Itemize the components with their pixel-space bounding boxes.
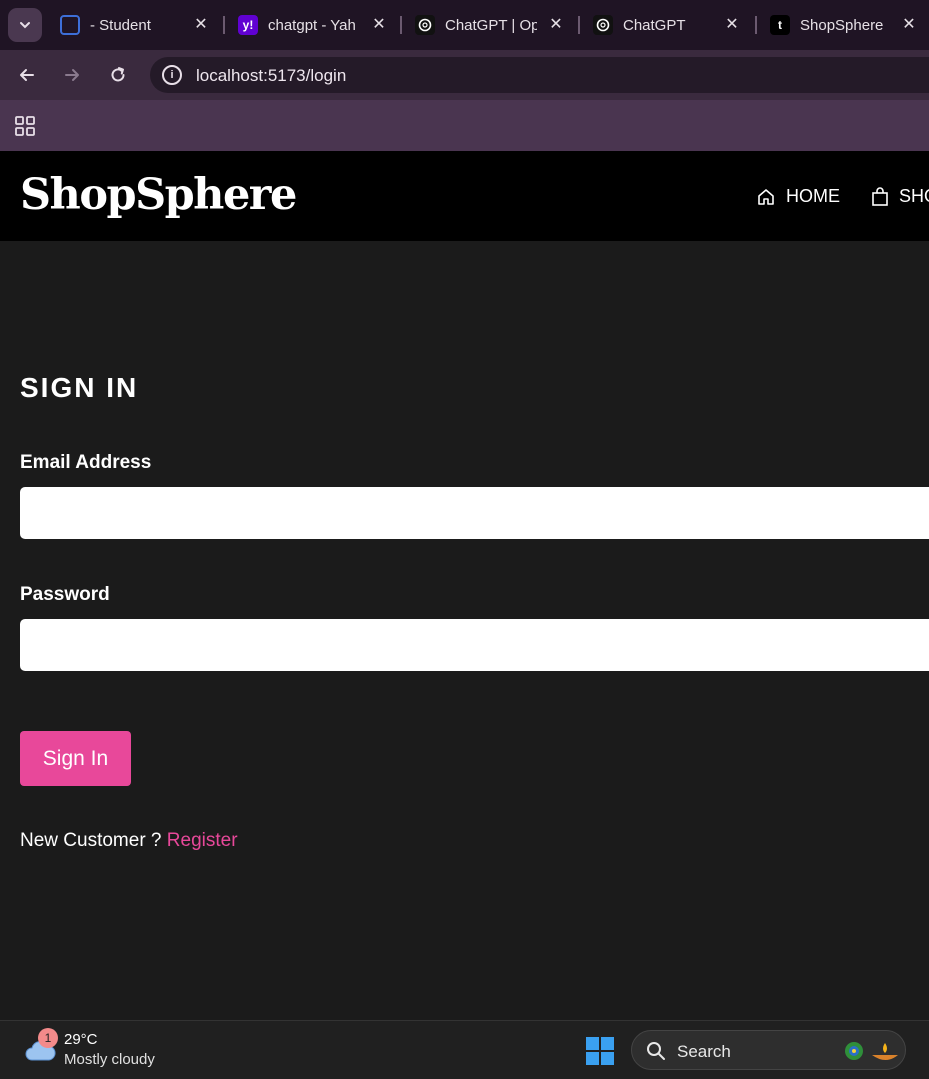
tab-divider	[755, 16, 757, 34]
tab-student[interactable]: - Student ✕	[60, 7, 210, 43]
page-title: SIGN IN	[20, 372, 139, 403]
close-icon[interactable]: ✕	[547, 16, 565, 34]
reload-icon	[111, 67, 125, 82]
close-icon[interactable]: ✕	[723, 16, 741, 34]
password-field[interactable]	[20, 619, 929, 671]
tab-divider	[400, 16, 402, 34]
openai-icon	[593, 15, 613, 35]
nav-home-label: HOME	[786, 186, 840, 206]
weather-temperature[interactable]: 29°C	[64, 1031, 98, 1048]
search-icon	[647, 1042, 665, 1060]
diwali-lamp-icon	[845, 1042, 898, 1060]
weather-condition[interactable]: Mostly cloudy	[64, 1051, 155, 1068]
home-icon	[758, 188, 774, 205]
url-text: localhost:5173/login	[196, 66, 347, 85]
back-button[interactable]	[15, 63, 39, 87]
apps-grid-icon[interactable]	[15, 116, 35, 136]
tab-yahoo[interactable]: y! chatgpt - Yah ✕	[238, 7, 388, 43]
taskbar-search[interactable]: Search	[631, 1030, 906, 1070]
search-placeholder: Search	[677, 1042, 731, 1061]
shopping-bag-icon	[872, 186, 888, 206]
chevron-down-icon	[20, 22, 30, 29]
tab-chatgpt[interactable]: ChatGPT ✕	[593, 7, 741, 43]
windows-start-icon[interactable]	[585, 1036, 615, 1066]
tab-divider	[578, 16, 580, 34]
brand-logo[interactable]: ShopSphere	[20, 170, 297, 220]
bookmark-bar	[0, 100, 929, 151]
register-prompt: New Customer ? Register	[20, 830, 238, 852]
email-field[interactable]	[20, 487, 929, 539]
password-label: Password	[20, 584, 110, 605]
close-icon[interactable]: ✕	[192, 16, 210, 34]
tab-title: ChatGPT | Op	[445, 16, 537, 34]
nav-home[interactable]: HOME	[756, 186, 840, 207]
arrow-right-icon	[65, 69, 79, 81]
openai-icon	[415, 15, 435, 35]
tab-search-button[interactable]	[8, 8, 42, 42]
email-label: Email Address	[20, 452, 152, 473]
close-icon[interactable]: ✕	[370, 16, 388, 34]
register-link[interactable]: Register	[167, 830, 238, 851]
yahoo-icon: y!	[238, 15, 258, 35]
nav-shop[interactable]: SHO	[871, 186, 929, 207]
browser-address-bar: i localhost:5173/login	[0, 50, 929, 100]
arrow-left-icon	[20, 69, 34, 81]
tab-title: ChatGPT	[623, 16, 686, 34]
site-info-icon[interactable]: i	[162, 65, 182, 85]
url-input[interactable]: i localhost:5173/login	[150, 57, 929, 93]
tab-title: chatgpt - Yah	[268, 16, 356, 34]
forward-button[interactable]	[60, 63, 84, 87]
sign-in-button[interactable]: Sign In	[20, 731, 131, 786]
tab-title: ShopSphere	[800, 16, 884, 34]
close-icon[interactable]: ✕	[900, 16, 918, 34]
browser-tab-bar: - Student ✕ y! chatgpt - Yah ✕ ChatGPT |…	[0, 0, 929, 50]
reload-button[interactable]	[106, 63, 130, 87]
new-customer-text: New Customer ?	[20, 830, 162, 851]
nav-shop-label: SHO	[899, 186, 929, 206]
t-icon: t	[770, 15, 790, 35]
tab-chatgpt-openai[interactable]: ChatGPT | Op ✕	[415, 7, 565, 43]
tab-shopsphere[interactable]: t ShopSphere ✕	[770, 7, 918, 43]
tab-divider	[223, 16, 225, 34]
weather-badge: 1	[38, 1028, 58, 1048]
student-portal-icon	[60, 15, 80, 35]
tab-title: - Student	[90, 16, 151, 34]
